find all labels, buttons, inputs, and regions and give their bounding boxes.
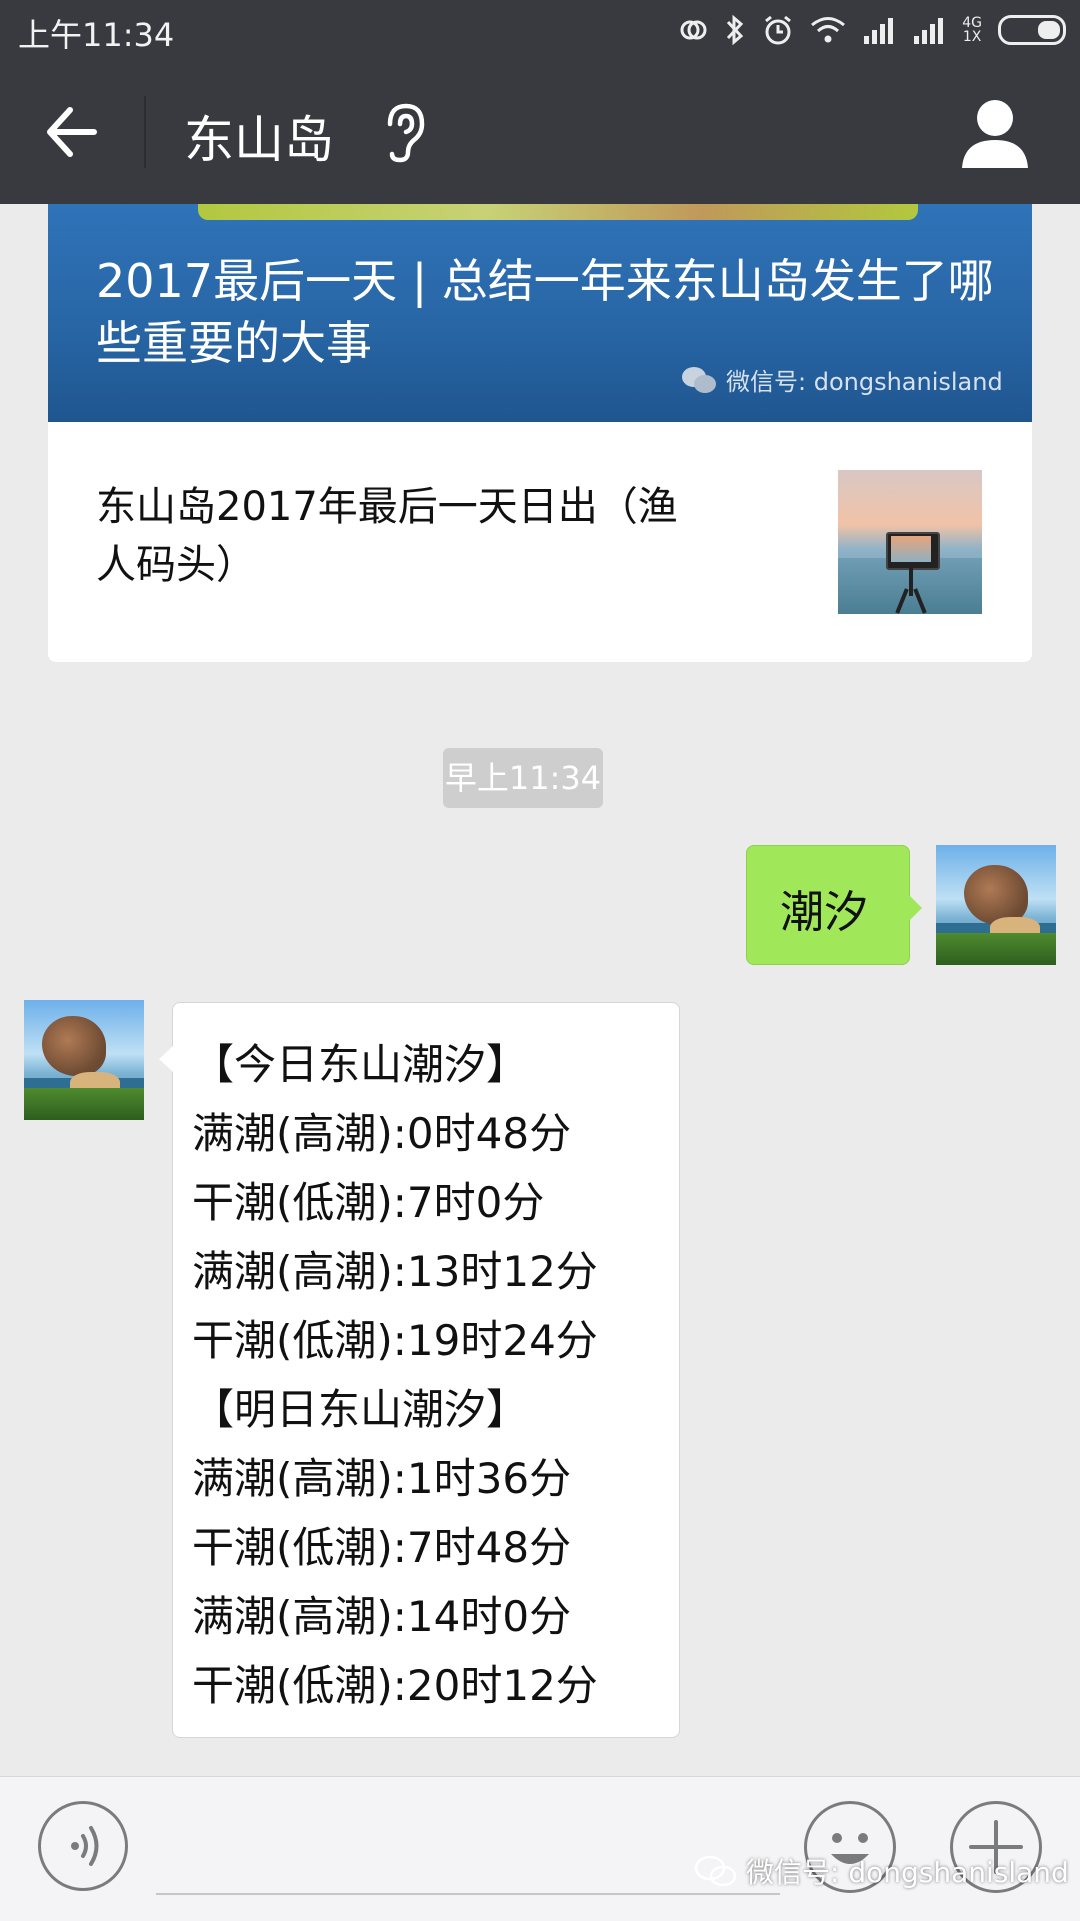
sync-icon	[680, 20, 707, 40]
received-bubble-tail	[159, 1046, 173, 1072]
bottom-watermark: 微信号: dongshanisland	[694, 1851, 1069, 1891]
banner-title: 2017最后一天 | 总结一年来东山岛发生了哪些重要的大事	[96, 254, 994, 370]
my-avatar[interactable]	[936, 845, 1056, 965]
alarm-icon	[765, 15, 792, 45]
wifi-icon	[811, 17, 846, 43]
input-bar: 微信号: dongshanisland	[0, 1776, 1080, 1921]
voice-icon	[71, 1826, 99, 1866]
tide-line: 【明日东山潮汐】	[192, 1385, 529, 1434]
article-subtitle[interactable]: 东山岛2017年最后一天日出（渔人码头）	[96, 478, 716, 594]
message-input[interactable]	[156, 1893, 780, 1895]
chat-title: 东山岛	[184, 111, 334, 169]
contact-avatar[interactable]	[24, 1000, 144, 1120]
signal-icon	[864, 18, 894, 44]
bluetooth-icon	[727, 14, 744, 46]
status-time: 上午11:34	[18, 16, 175, 54]
tide-line: 干潮(低潮):20时12分	[192, 1661, 598, 1710]
person-icon[interactable]	[960, 96, 1030, 170]
wechat-icon	[682, 366, 716, 393]
header-divider	[144, 96, 146, 168]
tide-line: 满潮(高潮):13时12分	[192, 1247, 598, 1296]
wechat-icon	[694, 1855, 737, 1887]
article-card[interactable]: 2017最后一天 | 总结一年来东山岛发生了哪些重要的大事 微信号: dongs…	[48, 204, 1032, 662]
tide-line: 满潮(高潮):0时48分	[192, 1109, 572, 1158]
sent-bubble-tail	[908, 894, 922, 922]
back-arrow-icon[interactable]	[40, 102, 100, 162]
article-thumbnail[interactable]	[838, 470, 982, 614]
ear-icon	[387, 103, 425, 163]
status-icons: 4G 1X	[678, 8, 1066, 52]
banner-decoration	[198, 204, 918, 220]
status-bar: 上午11:34 4G 1X	[0, 0, 1080, 60]
network-type: 4G 1X	[962, 15, 982, 45]
tide-line: 满潮(高潮):14时0分	[192, 1592, 572, 1641]
banner-watermark: 微信号: dongshanisland	[680, 362, 1003, 397]
tide-line: 满潮(高潮):1时36分	[192, 1454, 572, 1503]
signal-icon-2	[914, 18, 944, 44]
received-message-text: 【今日东山潮汐】 满潮(高潮):0时48分 干潮(低潮):7时0分 满潮(高潮)…	[192, 1030, 672, 1720]
banner-watermark-text: 微信号: dongshanisland	[726, 368, 1003, 396]
chat-header: 东山岛	[0, 60, 1080, 204]
sent-message-text: 潮汐	[780, 887, 868, 938]
tide-line: 干潮(低潮):19时24分	[192, 1316, 598, 1365]
article-banner[interactable]: 2017最后一天 | 总结一年来东山岛发生了哪些重要的大事 微信号: dongs…	[48, 204, 1032, 422]
message-timestamp: 早上11:34	[443, 748, 603, 808]
tide-line: 干潮(低潮):7时48分	[192, 1523, 572, 1572]
tide-line: 干潮(低潮):7时0分	[192, 1178, 545, 1227]
tide-line: 【今日东山潮汐】	[192, 1040, 529, 1089]
bottom-watermark-text: 微信号: dongshanisland	[746, 1856, 1069, 1889]
battery-icon	[998, 15, 1066, 45]
voice-button[interactable]	[38, 1801, 128, 1891]
